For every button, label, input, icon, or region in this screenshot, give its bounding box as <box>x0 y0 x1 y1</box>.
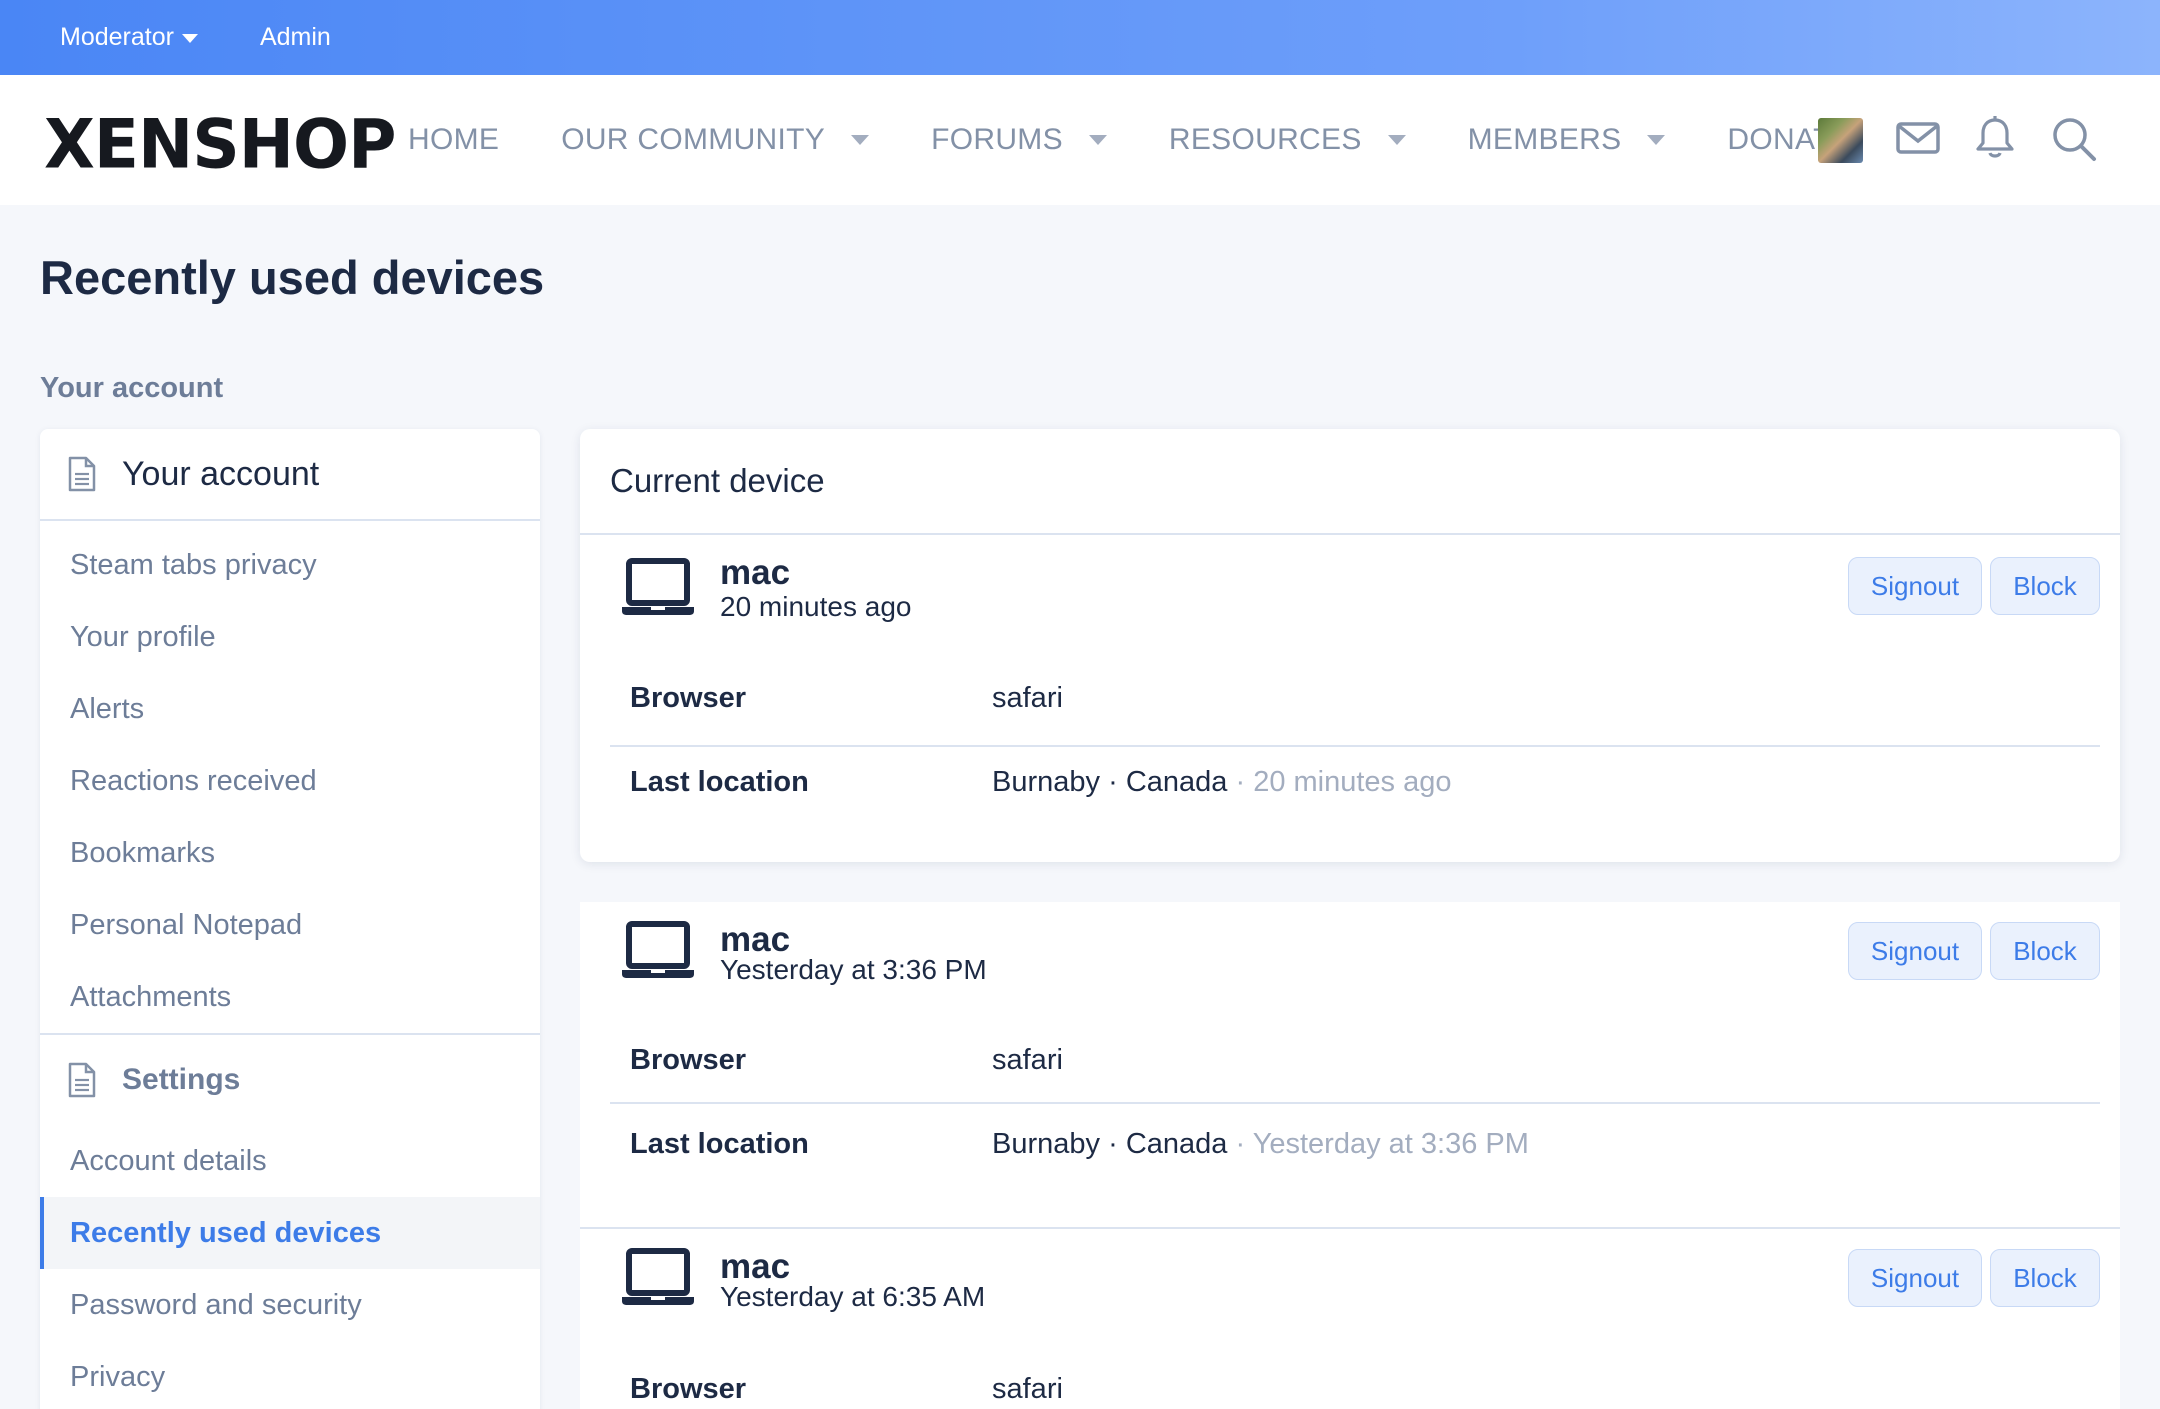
last-location-label: Last location <box>630 766 809 798</box>
browser-label: Browser <box>630 1044 747 1076</box>
nav-home-label: HOME <box>408 123 500 156</box>
separator: · <box>1108 1128 1118 1160</box>
separator: · <box>1108 766 1118 798</box>
chevron-down-icon[interactable] <box>1387 135 1406 145</box>
page-title: Recently used devices <box>40 251 545 304</box>
site-logo[interactable]: XENSHOP <box>44 108 396 181</box>
block-button[interactable]: Block <box>1990 557 2100 615</box>
last-location-value: Burnaby · Canada · Yesterday at 3:36 PM <box>992 1128 1529 1161</box>
current-device-heading: Current device <box>580 429 2120 535</box>
location-time: Yesterday at 3:36 PM <box>1252 1128 1529 1160</box>
sidebar-item-bookmarks[interactable]: Bookmarks <box>40 817 540 889</box>
nav-resources[interactable]: RESOURCES <box>1169 123 1406 157</box>
sidebar-item-recently-used-devices[interactable]: Recently used devices <box>40 1197 540 1269</box>
search-icon[interactable] <box>2050 115 2098 163</box>
account-sidebar: Your account Steam tabs privacy Your pro… <box>40 429 540 1409</box>
sidebar-settings-header: Settings <box>40 1033 540 1125</box>
sidebar-account-title: Your account <box>122 454 320 493</box>
main-nav: HOME OUR COMMUNITY FORUMS RESOURCES MEMB… <box>408 75 1914 205</box>
moderator-menu[interactable]: Moderator <box>60 23 198 52</box>
moderator-label: Moderator <box>60 23 174 51</box>
sidebar-item-alerts[interactable]: Alerts <box>40 673 540 745</box>
chevron-down-icon[interactable] <box>1647 135 1666 145</box>
sidebar-item-password-and-security[interactable]: Password and security <box>40 1269 540 1341</box>
nav-home[interactable]: HOME <box>408 123 499 157</box>
row-divider <box>610 745 2100 747</box>
bell-icon[interactable] <box>1972 115 2018 161</box>
admin-link[interactable]: Admin <box>260 23 331 52</box>
laptop-icon <box>622 1248 694 1305</box>
location-country: Canada <box>1125 1128 1228 1160</box>
laptop-icon <box>622 558 694 615</box>
block-button[interactable]: Block <box>1990 922 2100 980</box>
device-entry: mac Yesterday at 3:36 PM Signout Block B… <box>580 902 2120 1227</box>
sidebar-item-account-details[interactable]: Account details <box>40 1125 540 1197</box>
nav-our-community-label: OUR COMMUNITY <box>561 123 826 156</box>
laptop-icon <box>622 921 694 978</box>
last-location-value: Burnaby · Canada · 20 minutes ago <box>992 766 1452 799</box>
document-icon <box>68 456 96 492</box>
device-last-used: 20 minutes ago <box>720 591 912 622</box>
device-last-used: Yesterday at 6:35 AM <box>720 1281 986 1312</box>
location-city: Burnaby <box>992 1128 1101 1160</box>
last-location-label: Last location <box>630 1128 809 1160</box>
envelope-icon[interactable] <box>1895 115 1941 161</box>
sidebar-item-privacy[interactable]: Privacy <box>40 1341 540 1409</box>
document-icon <box>68 1062 96 1098</box>
device-entry: mac Yesterday at 6:35 AM Signout Block B… <box>580 1229 2120 1409</box>
browser-label: Browser <box>630 1373 747 1405</box>
sidebar-item-steam-tabs-privacy[interactable]: Steam tabs privacy <box>40 529 540 601</box>
browser-label: Browser <box>630 682 747 714</box>
location-time: 20 minutes ago <box>1253 766 1452 798</box>
device-name: mac <box>720 553 791 592</box>
staff-bar: Moderator Admin <box>0 0 2160 75</box>
separator: · <box>1235 766 1246 798</box>
sidebar-item-reactions-received[interactable]: Reactions received <box>40 745 540 817</box>
browser-value: safari <box>992 1044 1063 1076</box>
device-last-used: Yesterday at 3:36 PM <box>720 954 987 985</box>
sidebar-account-header: Your account <box>40 429 540 521</box>
chevron-down-icon[interactable] <box>851 135 870 145</box>
nav-members-label: MEMBERS <box>1467 123 1622 156</box>
current-device-card: Current device mac 20 minutes ago Signou… <box>580 429 2120 862</box>
breadcrumb[interactable]: Your account <box>40 372 223 405</box>
device-entry: mac 20 minutes ago Signout Block Browser… <box>580 535 2120 862</box>
signout-button[interactable]: Signout <box>1848 1249 1982 1307</box>
nav-members[interactable]: MEMBERS <box>1468 123 1666 157</box>
site-header: XENSHOP HOME OUR COMMUNITY FORUMS RESOUR… <box>0 75 2160 205</box>
avatar[interactable] <box>1818 118 1863 163</box>
sidebar-item-attachments[interactable]: Attachments <box>40 961 540 1033</box>
nav-forums-label: FORUMS <box>931 123 1063 156</box>
location-city: Burnaby <box>992 766 1101 798</box>
separator: · <box>1235 1128 1246 1160</box>
browser-value: safari <box>992 682 1063 714</box>
sidebar-settings-title: Settings <box>122 1063 241 1096</box>
block-button[interactable]: Block <box>1990 1249 2100 1307</box>
admin-label: Admin <box>259 23 331 51</box>
row-divider <box>610 1102 2100 1104</box>
nav-resources-label: RESOURCES <box>1168 123 1362 156</box>
device-card: mac Yesterday at 3:36 PM Signout Block B… <box>580 902 2120 1227</box>
signout-button[interactable]: Signout <box>1848 922 1982 980</box>
sidebar-item-your-profile[interactable]: Your profile <box>40 601 540 673</box>
location-country: Canada <box>1125 766 1228 798</box>
chevron-down-icon <box>181 34 198 43</box>
nav-our-community[interactable]: OUR COMMUNITY <box>561 123 870 157</box>
device-card: mac Yesterday at 6:35 AM Signout Block B… <box>580 1227 2120 1409</box>
sidebar-item-personal-notepad[interactable]: Personal Notepad <box>40 889 540 961</box>
browser-value: safari <box>992 1373 1063 1405</box>
signout-button[interactable]: Signout <box>1848 557 1982 615</box>
nav-forums[interactable]: FORUMS <box>931 123 1107 157</box>
chevron-down-icon[interactable] <box>1088 135 1107 145</box>
